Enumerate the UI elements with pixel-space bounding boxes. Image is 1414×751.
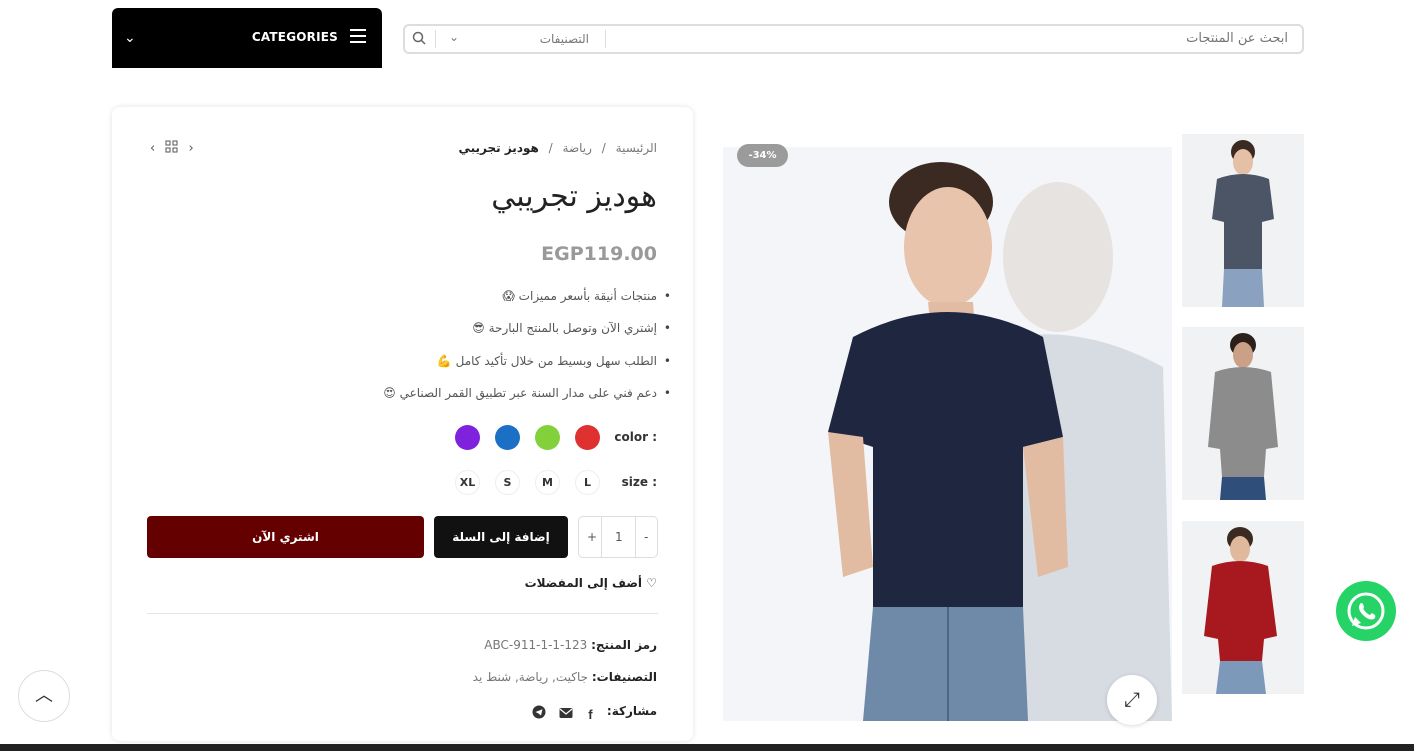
quantity-input[interactable]: 1 [615,530,623,544]
thumbnail-2[interactable] [1182,327,1304,500]
mail-icon[interactable] [559,707,573,719]
size-option[interactable]: S [495,470,520,495]
divider [147,613,658,614]
qty-divider [635,517,636,557]
sku-row: رمز المنتج: ABC-911-1-1-123 [484,638,657,652]
product-navigation: ‹ › [150,140,194,156]
wishlist-label: أضف إلى المفضلات [524,576,643,590]
size-option[interactable]: XL [455,470,480,495]
breadcrumb-category[interactable]: رياضة [563,141,592,155]
thumbnail-photo [1204,527,1277,694]
size-label: size : [621,475,657,489]
sku-value: ABC-911-1-1-123 [484,638,588,652]
categories-button[interactable]: ⌄ CATEGORIES [112,8,382,68]
grid-icon[interactable] [165,140,178,153]
heart-icon: ♡ [646,576,657,590]
share-row: مشاركة: [607,704,657,718]
categories-row: التصنيفات: جاكيت, رياضة, شنط يد [473,670,657,684]
chevron-right-icon[interactable]: › [188,141,193,156]
search-icon[interactable] [411,30,427,46]
feature-item: دعم فني على مدار السنة عبر تطبيق القمر ا… [383,386,670,400]
quantity-stepper: + 1 - [578,516,658,558]
color-swatch-red[interactable] [575,425,600,450]
share-label: مشاركة: [606,704,657,718]
thumbnail-photo [1208,333,1278,500]
telegram-icon[interactable] [532,705,546,719]
color-swatch-blue[interactable] [495,425,520,450]
qty-plus-button[interactable]: + [587,530,597,544]
buy-now-button[interactable]: اشتري الآن [147,516,424,558]
categories-label: CATEGORIES [251,30,338,44]
whatsapp-icon[interactable] [1336,581,1396,641]
size-option[interactable]: M [535,470,560,495]
sku-label: رمز المنتج: [591,638,657,652]
product-photo [828,162,1172,721]
categories-value[interactable]: جاكيت, رياضة, شنط يد [473,670,588,684]
category-select[interactable]: التصنيفات ⌄ [445,30,603,50]
thumbnail-3[interactable] [1182,521,1304,694]
color-swatch-green[interactable] [535,425,560,450]
search-divider [605,30,606,48]
chevron-down-icon: ⌄ [449,30,460,44]
feature-item: منتجات أنيقة بأسعر مميزات 😱 [502,289,670,303]
discount-badge: -34% [737,144,788,167]
qty-minus-button[interactable]: - [644,530,648,544]
product-price: EGP119.00 [541,243,657,265]
product-summary-card: ‹ › الرئيسية / رياضة / هوديز تجريبي هودي… [112,107,693,741]
breadcrumb-separator: / [601,141,606,155]
feature-item: الطلب سهل وبسيط من خلال تأكيد كامل 💪 [437,354,671,368]
chevron-left-icon[interactable]: ‹ [150,141,155,156]
taskbar-strip [0,744,1414,751]
expand-icon[interactable]: ⤢ [1107,675,1157,725]
color-swatch-purple[interactable] [455,425,480,450]
feature-item: إشتري الآن وتوصل بالمنتج البارحة 😎 [472,321,670,335]
product-title: هوديز تجريبي [491,179,657,214]
share-icons: f [532,704,603,723]
add-to-cart-button[interactable]: إضافة إلى السلة [434,516,568,558]
product-main-image[interactable] [723,147,1172,721]
size-option[interactable]: L [575,470,600,495]
breadcrumb-current: هوديز تجريبي [458,141,539,155]
search-divider-2 [435,30,436,48]
breadcrumb-separator: / [548,141,553,155]
breadcrumb: الرئيسية / رياضة / هوديز تجريبي [459,141,658,155]
add-to-wishlist-link[interactable]: ♡ أضف إلى المفضلات [525,576,657,590]
breadcrumb-home[interactable]: الرئيسية [616,141,657,155]
search-bar: التصنيفات ⌄ [403,24,1304,54]
categories-label: التصنيفات: [591,670,657,684]
chevron-down-icon: ⌄ [124,30,136,46]
arrow-up-icon[interactable]: ︿ [18,670,70,722]
thumbnail-1[interactable] [1182,134,1304,307]
facebook-icon[interactable]: f [588,707,592,722]
qty-divider [601,517,602,557]
category-select-value: التصنيفات [539,32,589,46]
menu-icon [350,29,366,43]
color-label: color : [614,430,657,444]
search-input[interactable] [928,31,1288,46]
thumbnail-photo [1212,140,1274,307]
